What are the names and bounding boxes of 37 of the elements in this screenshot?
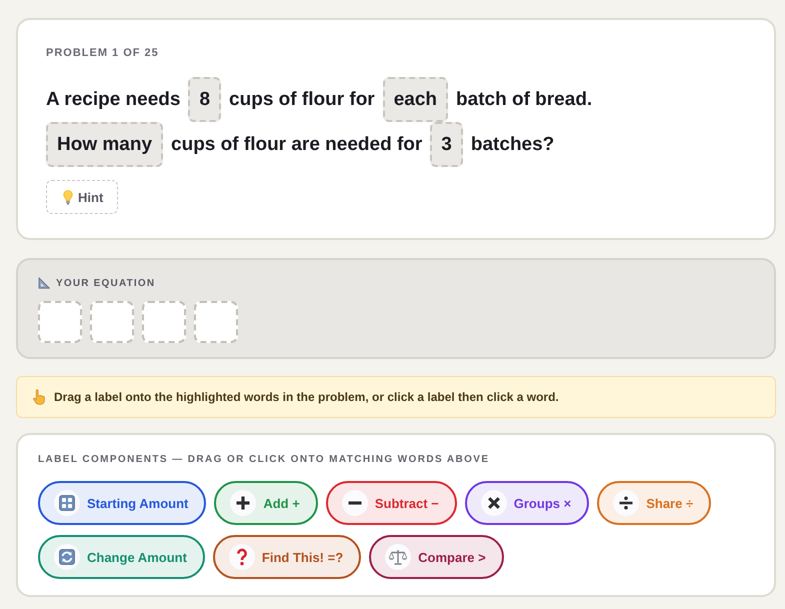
- pointing-hand-icon: [33, 389, 45, 405]
- hint-button[interactable]: Hint: [46, 180, 118, 214]
- problem-text: batches?: [470, 134, 554, 156]
- label-chip[interactable]: Subtract −: [326, 481, 457, 525]
- multiply-icon: [480, 490, 507, 516]
- equation-slot[interactable]: [142, 301, 186, 343]
- label-chip[interactable]: Share ÷: [597, 481, 712, 525]
- label-components-title: LABEL COMPONENTS — DRAG OR CLICK ONTO MATCHING WORDS ABOVE: [38, 453, 490, 467]
- word-target[interactable]: 8: [188, 77, 222, 122]
- grid-tile-icon: [54, 490, 80, 516]
- word-target[interactable]: 3: [430, 122, 463, 167]
- balance-scale-icon: [385, 544, 412, 570]
- minus-icon: [342, 490, 368, 516]
- label-chip[interactable]: Starting Amount: [38, 481, 206, 525]
- instruction-text: Drag a label onto the highlighted words in the problem, or click a label then click a word.: [54, 390, 559, 404]
- problem-text: cups of flour are needed for: [171, 134, 422, 156]
- label-chip[interactable]: Compare >: [369, 535, 504, 579]
- problem-text: batch of bread.: [456, 88, 592, 110]
- word-target[interactable]: each: [382, 77, 448, 122]
- equation-title: YOUR EQUATION: [56, 278, 156, 288]
- equation-slot[interactable]: [90, 301, 134, 343]
- word-target[interactable]: How many: [46, 122, 164, 167]
- problem-text: A recipe needs: [46, 88, 180, 110]
- question-mark-icon: [228, 544, 255, 570]
- problem-counter: PROBLEM 1 OF 25: [46, 46, 160, 60]
- equation-slot[interactable]: [194, 301, 238, 343]
- cycle-arrows-icon: [54, 544, 80, 570]
- label-chip[interactable]: Add +: [214, 481, 318, 525]
- label-chip[interactable]: Groups ×: [464, 481, 590, 525]
- plus-icon: [230, 490, 256, 516]
- divide-icon: [613, 490, 640, 516]
- label-chip[interactable]: Find This! =?: [212, 535, 362, 579]
- lightbulb-icon: [63, 190, 73, 204]
- label-chip[interactable]: Change Amount: [38, 535, 205, 579]
- equation-slot[interactable]: [38, 301, 82, 343]
- triangle-ruler-icon: [38, 277, 50, 289]
- problem-text: cups of flour for: [229, 88, 375, 110]
